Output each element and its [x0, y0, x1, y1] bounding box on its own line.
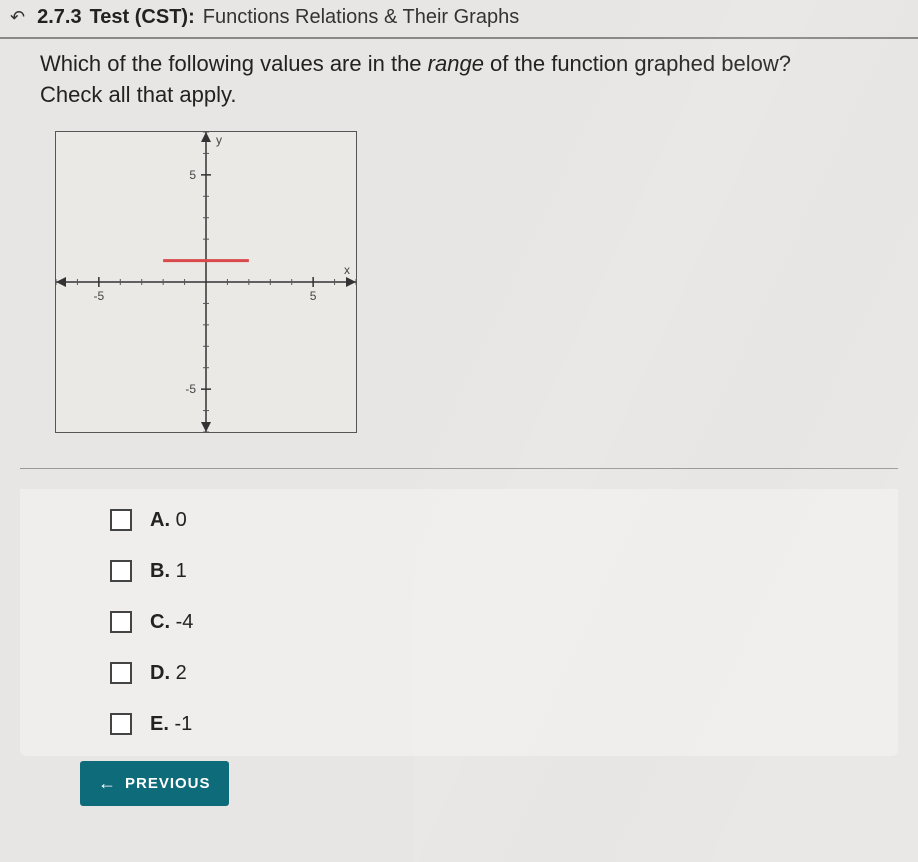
svg-text:5: 5: [310, 289, 317, 303]
svg-text:y: y: [216, 133, 222, 147]
question-part-a: Which of the following values are in the: [40, 51, 428, 76]
answer-letter: A.: [150, 509, 170, 531]
graph-container: -5 5 -5 5 y x: [55, 131, 918, 433]
checkbox-c[interactable]: [110, 611, 132, 633]
question-line2: Check all that apply.: [40, 82, 236, 107]
previous-button[interactable]: ← PREVIOUS: [80, 761, 229, 806]
graph-svg: -5 5 -5 5 y x: [56, 132, 356, 432]
test-number: 2.7.3: [37, 6, 81, 29]
answer-letter: C.: [150, 611, 170, 633]
arrow-left-icon: ←: [98, 773, 117, 794]
answer-option: C. -4: [110, 611, 838, 634]
svg-text:x: x: [344, 263, 350, 277]
answer-text: -4: [176, 611, 194, 633]
answer-list: A. 0 B. 1 C. -4 D. 2 E. -1: [20, 489, 898, 756]
answer-text: 2: [176, 662, 187, 684]
section-divider: [20, 468, 898, 469]
function-graph: -5 5 -5 5 y x: [55, 131, 357, 433]
checkbox-e[interactable]: [110, 713, 132, 735]
answer-text: 1: [176, 560, 187, 582]
test-title: Functions Relations & Their Graphs: [203, 6, 519, 29]
svg-text:-5: -5: [94, 289, 105, 303]
checkbox-d[interactable]: [110, 662, 132, 684]
previous-label: PREVIOUS: [125, 775, 211, 792]
question-part-b: of the function graphed below?: [484, 51, 791, 76]
question-text: Which of the following values are in the…: [0, 39, 918, 121]
answer-option: E. -1: [110, 713, 838, 736]
answer-text: 0: [176, 509, 187, 531]
answer-letter: E.: [150, 713, 169, 735]
answer-option: B. 1: [110, 560, 838, 583]
answer-option: D. 2: [110, 662, 838, 685]
answer-letter: D.: [150, 662, 170, 684]
back-icon[interactable]: ↶: [10, 7, 25, 28]
answer-letter: B.: [150, 560, 170, 582]
test-header: ↶ 2.7.3 Test (CST): Functions Relations …: [0, 0, 918, 39]
svg-text:5: 5: [189, 167, 196, 181]
checkbox-a[interactable]: [110, 509, 132, 531]
answer-option: A. 0: [110, 509, 838, 532]
answer-text: -1: [174, 713, 192, 735]
svg-text:-5: -5: [185, 382, 196, 396]
checkbox-b[interactable]: [110, 560, 132, 582]
question-range-word: range: [428, 51, 484, 76]
test-label: Test (CST):: [90, 6, 195, 29]
